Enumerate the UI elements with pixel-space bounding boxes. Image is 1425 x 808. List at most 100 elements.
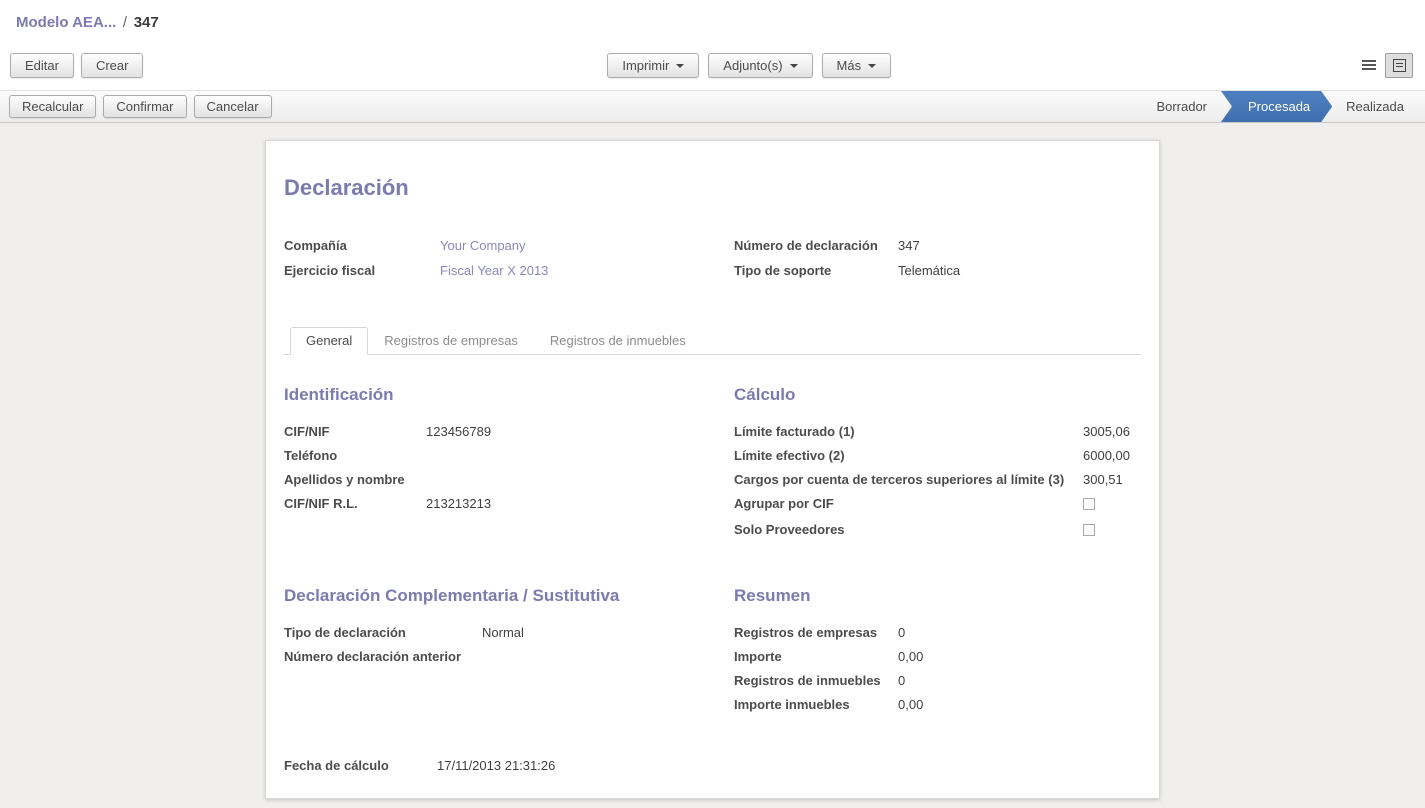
content-area: Declaración Compañía Your Company Ejerci… <box>0 123 1425 808</box>
group-identificacion: Identificación CIF/NIF 123456789 Teléfon… <box>284 385 734 544</box>
toolbar: Editar Crear Imprimir Adjunto(s) Más <box>0 46 1425 90</box>
toolbar-center-group: Imprimir Adjunto(s) Más <box>143 53 1355 78</box>
field-declaration-number-label: Número de declaración <box>734 233 898 258</box>
field-registros-empresas: Registros de empresas 0 <box>734 621 1141 645</box>
list-view-button[interactable] <box>1355 53 1383 78</box>
field-limite-facturado: Límite facturado (1) 3005,06 <box>734 420 1141 444</box>
breadcrumb-bar: Modelo AEA... / 347 <box>0 0 1425 46</box>
group-complementaria-title: Declaración Complementaria / Sustitutiva <box>284 586 734 606</box>
cancel-button[interactable]: Cancelar <box>194 95 272 118</box>
field-fecha-calculo: Fecha de cálculo 17/11/2013 21:31:26 <box>284 753 1141 778</box>
field-importe-value: 0,00 <box>898 645 923 669</box>
notebook: General Registros de empresas Registros … <box>284 327 1141 355</box>
field-cif-nif-rl: CIF/NIF R.L. 213213213 <box>284 492 734 516</box>
tab-registros-empresas[interactable]: Registros de empresas <box>368 327 534 355</box>
field-company-label: Compañía <box>284 233 440 258</box>
edit-button[interactable]: Editar <box>10 53 74 78</box>
field-telefono-label: Teléfono <box>284 444 426 468</box>
field-fecha-calculo-label: Fecha de cálculo <box>284 753 437 778</box>
edit-button-label: Editar <box>25 58 59 73</box>
field-cargos-terceros: Cargos por cuenta de terceros superiores… <box>734 468 1141 492</box>
field-registros-inmuebles-label: Registros de inmuebles <box>734 669 898 693</box>
more-dropdown-button[interactable]: Más <box>822 53 892 78</box>
field-apellidos-nombre-label: Apellidos y nombre <box>284 468 426 492</box>
field-registros-inmuebles-value: 0 <box>898 669 905 693</box>
field-agrupar-por-cif-label: Agrupar por CIF <box>734 492 1083 516</box>
solo-proveedores-checkbox[interactable] <box>1083 524 1095 536</box>
field-solo-proveedores: Solo Proveedores <box>734 518 1141 544</box>
field-numero-declaracion-anterior-label: Número declaración anterior <box>284 645 482 669</box>
group-calculo: Cálculo Límite facturado (1) 3005,06 Lím… <box>734 385 1141 544</box>
field-fecha-calculo-value: 17/11/2013 21:31:26 <box>437 753 555 778</box>
field-cif-nif-rl-label: CIF/NIF R.L. <box>284 492 426 516</box>
field-cif-nif: CIF/NIF 123456789 <box>284 420 734 444</box>
confirm-button[interactable]: Confirmar <box>103 95 186 118</box>
field-solo-proveedores-label: Solo Proveedores <box>734 518 1083 542</box>
header-fields: Compañía Your Company Ejercicio fiscal F… <box>284 233 1141 283</box>
field-cif-nif-value: 123456789 <box>426 420 491 444</box>
group-complementaria: Declaración Complementaria / Sustitutiva… <box>284 586 734 717</box>
toolbar-left-group: Editar Crear <box>10 53 143 78</box>
form-sheet: Declaración Compañía Your Company Ejerci… <box>265 140 1160 799</box>
tab-registros-inmuebles[interactable]: Registros de inmuebles <box>534 327 702 355</box>
group-calculo-title: Cálculo <box>734 385 1141 405</box>
band-complementaria-resumen: Declaración Complementaria / Sustitutiva… <box>284 586 1141 717</box>
field-apellidos-nombre: Apellidos y nombre <box>284 468 734 492</box>
field-cargos-terceros-value: 300,51 <box>1083 468 1141 492</box>
confirm-button-label: Confirmar <box>116 99 173 114</box>
field-fiscal-year-value[interactable]: Fiscal Year X 2013 <box>440 258 548 283</box>
field-registros-empresas-label: Registros de empresas <box>734 621 898 645</box>
cancel-button-label: Cancelar <box>207 99 259 114</box>
breadcrumb-parent-link[interactable]: Modelo AEA... <box>16 14 116 31</box>
status-step-procesada[interactable]: Procesada <box>1221 91 1332 122</box>
form-title: Declaración <box>284 175 1141 201</box>
print-dropdown-button[interactable]: Imprimir <box>607 53 699 78</box>
view-switcher <box>1355 53 1413 78</box>
status-step-borrador[interactable]: Borrador <box>1139 91 1224 122</box>
create-button[interactable]: Crear <box>81 53 144 78</box>
breadcrumb-separator: / <box>120 14 130 31</box>
status-step-realizada[interactable]: Realizada <box>1329 91 1421 122</box>
field-tipo-declaracion-value: Normal <box>482 621 524 645</box>
field-importe-inmuebles: Importe inmuebles 0,00 <box>734 693 1141 717</box>
field-limite-efectivo: Límite efectivo (2) 6000,00 <box>734 444 1141 468</box>
action-buttons-group: Recalcular Confirmar Cancelar <box>9 95 272 118</box>
field-limite-facturado-label: Límite facturado (1) <box>734 420 1083 444</box>
form-view-button[interactable] <box>1385 53 1413 78</box>
more-button-label: Más <box>837 58 862 73</box>
field-limite-efectivo-label: Límite efectivo (2) <box>734 444 1083 468</box>
field-agrupar-por-cif: Agrupar por CIF <box>734 492 1141 518</box>
form-view-icon <box>1393 59 1406 72</box>
tab-strip: General Registros de empresas Registros … <box>284 327 1141 355</box>
field-declaration-number-value: 347 <box>898 233 920 258</box>
group-resumen: Resumen Registros de empresas 0 Importe … <box>734 586 1141 717</box>
field-importe-label: Importe <box>734 645 898 669</box>
group-identificacion-title: Identificación <box>284 385 734 405</box>
action-bar: Recalcular Confirmar Cancelar Borrador P… <box>0 90 1425 123</box>
field-declaration-number: Número de declaración 347 <box>734 233 1141 258</box>
field-cif-nif-rl-value: 213213213 <box>426 492 491 516</box>
field-fiscal-year: Ejercicio fiscal Fiscal Year X 2013 <box>284 258 734 283</box>
breadcrumb-current: 347 <box>134 14 159 31</box>
list-view-icon <box>1362 64 1376 66</box>
caret-down-icon <box>868 64 876 68</box>
field-importe: Importe 0,00 <box>734 645 1141 669</box>
field-importe-inmuebles-label: Importe inmuebles <box>734 693 898 717</box>
tab-general[interactable]: General <box>290 327 368 355</box>
field-registros-empresas-value: 0 <box>898 621 905 645</box>
field-fiscal-year-label: Ejercicio fiscal <box>284 258 440 283</box>
field-numero-declaracion-anterior: Número declaración anterior <box>284 645 734 669</box>
field-company: Compañía Your Company <box>284 233 734 258</box>
field-tipo-declaracion: Tipo de declaración Normal <box>284 621 734 645</box>
attachments-dropdown-button[interactable]: Adjunto(s) <box>708 53 812 78</box>
recalculate-button-label: Recalcular <box>22 99 83 114</box>
status-bar: Borrador Procesada Realizada <box>1139 91 1425 122</box>
field-support-type-value: Telemática <box>898 258 960 283</box>
agrupar-por-cif-checkbox[interactable] <box>1083 498 1095 510</box>
field-company-value[interactable]: Your Company <box>440 233 526 258</box>
field-cif-nif-label: CIF/NIF <box>284 420 426 444</box>
field-importe-inmuebles-value: 0,00 <box>898 693 923 717</box>
field-telefono: Teléfono <box>284 444 734 468</box>
field-limite-facturado-value: 3005,06 <box>1083 420 1141 444</box>
recalculate-button[interactable]: Recalcular <box>9 95 96 118</box>
